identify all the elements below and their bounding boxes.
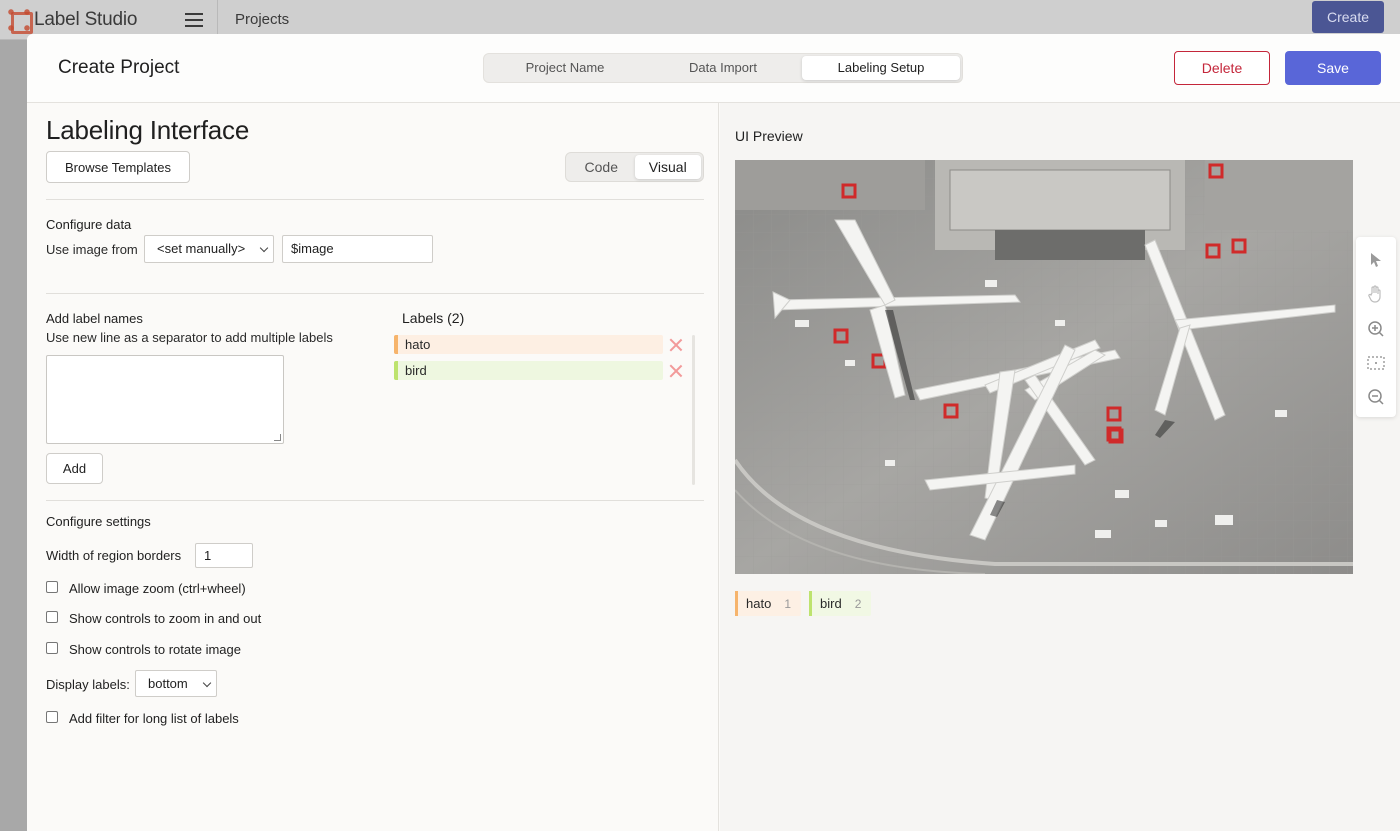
chevron-down-icon xyxy=(259,243,269,253)
browse-templates-button[interactable]: Browse Templates xyxy=(46,151,190,183)
image-source-value: <set manually> xyxy=(157,241,246,256)
mode-code-button[interactable]: Code xyxy=(568,155,635,179)
zoom-controls-label: Show controls to zoom in and out xyxy=(69,611,262,626)
modal-header: Create Project Project Name Data Import … xyxy=(27,34,1400,103)
border-width-label: Width of region borders xyxy=(46,548,182,563)
preview-label-hotkey: 1 xyxy=(784,596,791,611)
remove-label-bird-icon[interactable] xyxy=(669,364,683,378)
create-project-button[interactable]: Create xyxy=(1312,1,1384,33)
zoom-in-icon[interactable] xyxy=(1366,319,1386,339)
remove-label-hato-icon[interactable] xyxy=(669,338,683,352)
preview-toolbar xyxy=(1356,237,1396,417)
add-labels-button[interactable]: Add xyxy=(46,453,103,484)
preview-label-hato[interactable]: hato 1 xyxy=(735,591,801,616)
label-item-bird[interactable]: bird xyxy=(394,361,663,380)
preview-panel: UI Preview hato 1 bird 2 xyxy=(720,103,1400,831)
zoom-out-icon[interactable] xyxy=(1366,387,1386,407)
zoom-label: Allow image zoom (ctrl+wheel) xyxy=(69,581,246,596)
rotate-checkbox[interactable] xyxy=(46,642,58,654)
divider xyxy=(46,500,704,501)
hamburger-icon xyxy=(184,18,203,21)
rotate-setting[interactable]: Show controls to rotate image xyxy=(46,642,241,657)
save-button[interactable]: Save xyxy=(1285,51,1381,85)
add-label-names-title: Add label names xyxy=(46,311,143,326)
chevron-down-icon xyxy=(202,678,212,688)
rotate-label: Show controls to rotate image xyxy=(69,642,241,657)
editor-mode-toggle: Code Visual xyxy=(565,152,704,182)
labeling-interface-heading: Labeling Interface xyxy=(46,115,250,145)
preview-label-name: bird xyxy=(820,596,842,611)
labels-heading: Labels (2) xyxy=(402,310,465,326)
hand-icon[interactable] xyxy=(1366,284,1386,304)
create-project-modal: Create Project Project Name Data Import … xyxy=(27,34,1400,831)
image-field-input[interactable]: $image xyxy=(282,235,433,263)
display-labels-label: Display labels: xyxy=(46,677,130,692)
app-name: Label Studio xyxy=(34,8,138,30)
tab-labeling-setup[interactable]: Labeling Setup xyxy=(802,56,960,80)
preview-image[interactable] xyxy=(735,160,1353,574)
filter-label: Add filter for long list of labels xyxy=(69,711,239,726)
tab-project-name[interactable]: Project Name xyxy=(486,56,644,80)
modal-body: Labeling Interface Browse Templates Code… xyxy=(27,103,1400,831)
config-panel: Labeling Interface Browse Templates Code… xyxy=(27,103,719,831)
configure-data-title: Configure data xyxy=(46,217,132,232)
zoom-controls-setting[interactable]: Show controls to zoom in and out xyxy=(46,611,261,626)
preview-label-hotkey: 2 xyxy=(854,596,862,611)
modal-title: Create Project xyxy=(58,57,180,78)
labels-scrollbar[interactable] xyxy=(692,335,695,485)
delete-button[interactable]: Delete xyxy=(1174,51,1270,85)
divider xyxy=(46,199,704,200)
display-labels-select[interactable]: bottom xyxy=(135,670,217,697)
label-studio-logo-icon xyxy=(8,8,33,34)
mode-visual-button[interactable]: Visual xyxy=(634,155,701,179)
filter-checkbox[interactable] xyxy=(46,711,58,723)
fit-to-screen-icon[interactable] xyxy=(1366,353,1386,373)
configure-settings-title: Configure settings xyxy=(46,514,151,529)
zoom-controls-checkbox[interactable] xyxy=(46,611,58,623)
zoom-checkbox[interactable] xyxy=(46,581,58,593)
pointer-icon[interactable] xyxy=(1366,250,1386,270)
airport-aerial-image xyxy=(735,160,1353,574)
preview-label-name: hato xyxy=(746,596,772,611)
label-names-textarea[interactable] xyxy=(46,355,284,444)
filter-setting[interactable]: Add filter for long list of labels xyxy=(46,711,239,726)
preview-label-bird[interactable]: bird 2 xyxy=(809,591,872,616)
divider xyxy=(46,293,704,294)
label-item-hato[interactable]: hato xyxy=(394,335,663,354)
display-labels-value: bottom xyxy=(148,676,188,691)
app-logo[interactable]: Label Studio xyxy=(0,8,170,34)
image-source-select[interactable]: <set manually> xyxy=(144,235,274,263)
ui-preview-title: UI Preview xyxy=(735,128,803,144)
border-width-input[interactable]: 1 xyxy=(195,543,253,568)
add-labels-hint: Use new line as a separator to add multi… xyxy=(46,330,333,345)
use-image-from-label: Use image from xyxy=(46,242,138,257)
zoom-setting[interactable]: Allow image zoom (ctrl+wheel) xyxy=(46,581,246,596)
tab-data-import[interactable]: Data Import xyxy=(644,56,802,80)
step-tabs: Project Name Data Import Labeling Setup xyxy=(483,53,963,83)
breadcrumb-projects[interactable]: Projects xyxy=(218,11,289,28)
